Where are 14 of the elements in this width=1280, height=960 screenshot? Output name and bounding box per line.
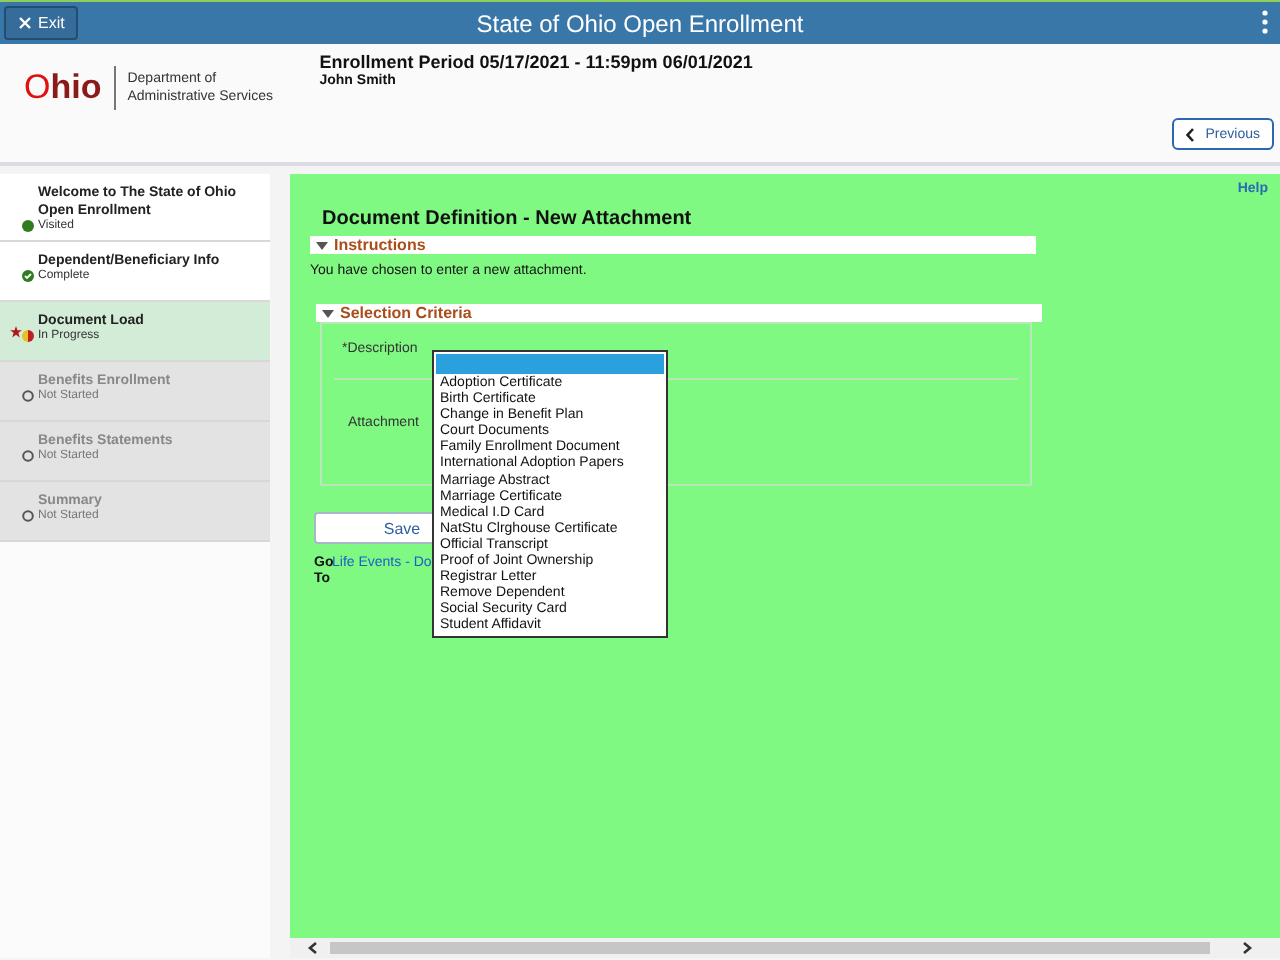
collapse-triangle-icon [316, 241, 328, 249]
selection-criteria-header[interactable]: Selection Criteria [316, 304, 1042, 322]
exit-button[interactable]: Exit [4, 6, 79, 40]
star-icon [10, 326, 22, 338]
dropdown-list[interactable] [432, 350, 668, 637]
close-icon [18, 16, 32, 30]
logo-text: Ohio [24, 68, 102, 108]
instructions-header[interactable]: Instructions [310, 236, 1036, 254]
collapse-triangle-icon [322, 309, 334, 317]
page-title: Document Definition - New Attachment [322, 208, 694, 230]
more-options-icon[interactable] [1262, 10, 1268, 34]
enrollment-period: Enrollment Period 05/17/2021 - 11:59pm 06/01/2021 [319, 52, 753, 72]
chevron-left-icon [1185, 127, 1194, 141]
app-title: State of Ohio Open Enrollment [476, 9, 804, 37]
